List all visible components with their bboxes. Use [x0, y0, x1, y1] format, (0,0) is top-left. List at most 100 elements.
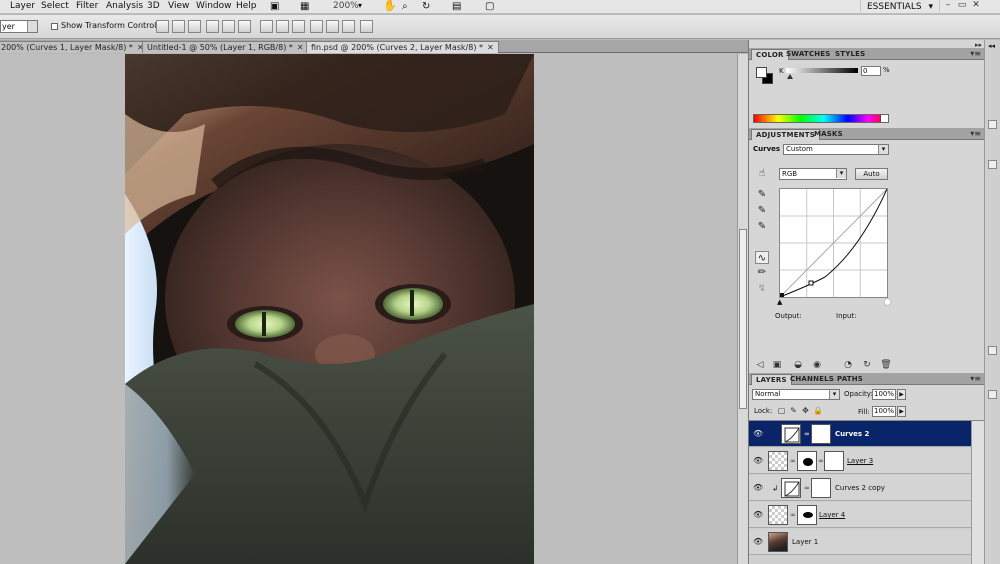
previous-state-icon[interactable]: ◔ [842, 360, 854, 371]
link-icon[interactable]: ∞ [790, 457, 796, 465]
menu-select[interactable]: Select [41, 1, 69, 11]
distribute-left-icon[interactable] [310, 20, 323, 33]
layer-row-layer-3[interactable]: 👁 ∞ ∞ Layer 3 [749, 448, 971, 474]
menu-view[interactable]: View [168, 1, 189, 11]
menu-layer[interactable]: Layer [10, 1, 35, 11]
hand-tool-icon[interactable]: ✋ [383, 0, 397, 12]
align-bottom-icon[interactable] [188, 20, 201, 33]
panel-menu-icon[interactable]: ▾≡ [970, 374, 981, 383]
mask-thumbnail[interactable] [797, 451, 817, 471]
workspace-switcher[interactable]: ESSENTIALS ▾ [860, 0, 940, 14]
eye-icon[interactable]: 👁 [753, 511, 763, 519]
foreground-color-swatch[interactable] [756, 67, 767, 78]
panel-menu-icon[interactable]: ▾≡ [970, 129, 981, 138]
fill-input[interactable]: 100% [872, 406, 896, 417]
distribute-top-icon[interactable] [260, 20, 273, 33]
k-slider[interactable] [786, 68, 858, 73]
link-icon[interactable]: ∞ [790, 511, 796, 519]
pencil-tool-icon[interactable]: ✏ [755, 266, 769, 279]
auto-button[interactable]: Auto [855, 168, 888, 180]
tab-masks[interactable]: MASKS [810, 129, 847, 140]
zoom-level[interactable]: 200% [333, 1, 359, 11]
k-value-input[interactable]: 0 [861, 66, 881, 76]
eye-icon[interactable]: 👁 [753, 457, 763, 465]
smooth-curve-icon[interactable]: ↯ [755, 282, 769, 295]
show-transform-checkbox[interactable] [51, 23, 58, 30]
layer-row-layer-1[interactable]: 👁 Layer 1 [749, 529, 971, 555]
screen-mode-icon[interactable]: ▢ [485, 1, 494, 12]
restore-button[interactable]: ▭ [956, 0, 968, 12]
view-extras-icon[interactable]: ▦ [300, 1, 309, 12]
align-top-icon[interactable] [156, 20, 169, 33]
eye-icon[interactable]: 👁 [753, 430, 763, 438]
distribute-hcenter-icon[interactable] [326, 20, 339, 33]
auto-select-dropdown[interactable]: yer [0, 20, 38, 33]
layer-thumbnail[interactable] [768, 505, 788, 525]
mask-thumbnail[interactable] [811, 478, 831, 498]
adjustment-thumbnail[interactable] [781, 424, 801, 444]
adjustment-thumbnail[interactable] [781, 478, 801, 498]
distribute-right-icon[interactable] [342, 20, 355, 33]
gray-eyedropper-icon[interactable]: ✎ [755, 204, 769, 217]
tab-channels[interactable]: CHANNELS [786, 374, 838, 385]
zoom-tool-icon[interactable]: ⌕ [402, 1, 408, 12]
lock-all-icon[interactable]: 🔒 [813, 406, 823, 415]
layer-row-curves-2[interactable]: 👁 ∞ Curves 2 [749, 421, 971, 447]
color-ramp[interactable] [753, 114, 889, 123]
rotate-view-icon[interactable]: ↻ [422, 1, 430, 12]
return-to-list-icon[interactable]: ◁ [754, 360, 766, 371]
minimize-button[interactable]: – [942, 0, 954, 12]
target-adjust-icon[interactable]: ☝ [755, 167, 769, 180]
tab-styles[interactable]: STYLES [831, 49, 869, 60]
k-slider-handle[interactable] [787, 74, 793, 79]
white-point-slider[interactable]: ● [884, 297, 891, 306]
align-left-icon[interactable] [206, 20, 219, 33]
fill-arrow-icon[interactable]: ▶ [897, 406, 906, 417]
tab-curves-1[interactable]: 200% (Curves 1, Layer Mask/8) * ✕ [0, 41, 149, 53]
layers-scrollbar[interactable] [971, 421, 985, 564]
scrollbar-thumb[interactable] [739, 229, 747, 409]
panel-icon[interactable] [988, 120, 997, 129]
auto-align-icon[interactable] [360, 20, 373, 33]
layer-row-curves-2-copy[interactable]: 👁 ↲ ∞ Curves 2 copy [749, 475, 971, 501]
black-eyedropper-icon[interactable]: ✎ [755, 188, 769, 201]
distribute-vcenter-icon[interactable] [276, 20, 289, 33]
delete-adjustment-icon[interactable]: 🗑 [880, 360, 892, 371]
link-icon[interactable]: ∞ [804, 430, 810, 438]
tab-swatches[interactable]: SWATCHES [782, 49, 835, 60]
eye-icon[interactable]: 👁 [753, 538, 763, 546]
curves-graph[interactable] [779, 188, 888, 298]
close-icon[interactable]: ✕ [297, 43, 304, 52]
layer-thumbnail[interactable] [768, 532, 788, 552]
close-icon[interactable]: ✕ [487, 43, 494, 52]
arrange-documents-icon[interactable]: ▤ [452, 1, 461, 12]
curve-point-tool-icon[interactable]: ∿ [755, 251, 769, 264]
lock-position-icon[interactable]: ✥ [801, 406, 810, 415]
menu-window[interactable]: Window [196, 1, 232, 11]
opacity-input[interactable]: 100% [872, 389, 896, 400]
visibility-icon[interactable]: ◉ [811, 360, 823, 371]
mask-thumbnail[interactable] [797, 505, 817, 525]
panel-icon[interactable] [988, 390, 997, 399]
expand-panels-icon[interactable]: ◂◂ [988, 42, 995, 50]
white-eyedropper-icon[interactable]: ✎ [755, 220, 769, 233]
align-hcenter-icon[interactable] [222, 20, 235, 33]
expanded-view-icon[interactable]: ▣ [771, 360, 783, 371]
chevron-down-icon[interactable]: ▾ [358, 1, 362, 10]
lock-pixels-icon[interactable]: ✎ [789, 406, 798, 415]
distribute-bottom-icon[interactable] [292, 20, 305, 33]
panel-icon[interactable] [988, 346, 997, 355]
tab-paths[interactable]: PATHS [833, 374, 867, 385]
menu-3d[interactable]: 3D [147, 1, 160, 11]
black-point-slider[interactable]: ▲ [777, 298, 782, 306]
align-right-icon[interactable] [238, 20, 251, 33]
curves-preset-dropdown[interactable]: Custom [783, 144, 889, 155]
layer-thumbnail[interactable] [768, 451, 788, 471]
menu-analysis[interactable]: Analysis [106, 1, 143, 11]
blend-mode-dropdown[interactable]: Normal [752, 389, 840, 400]
vertical-scrollbar[interactable] [737, 54, 748, 564]
menu-help[interactable]: Help [236, 1, 257, 11]
tab-fin-psd[interactable]: fin.psd @ 200% (Curves 2, Layer Mask/8) … [306, 41, 499, 53]
panel-icon[interactable] [988, 160, 997, 169]
close-button[interactable]: ✕ [970, 0, 982, 12]
